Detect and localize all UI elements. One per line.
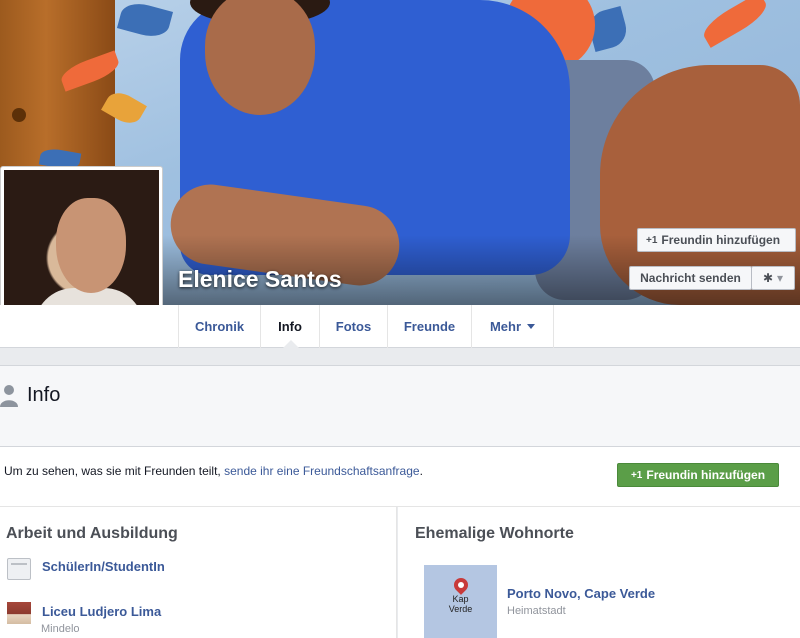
places-lived-section: Ehemalige Wohnorte Kap Verde Porto Novo,… [398, 507, 800, 638]
info-title: Info [27, 384, 61, 406]
tab-chronik[interactable]: Chronik [178, 305, 260, 348]
profile-nav-bar: Chronik Info Fotos Freunde Mehr [0, 305, 800, 348]
hometown-label: Heimatstadt [507, 605, 566, 617]
friend-request-notice: Um zu sehen, was sie mit Freunden teilt,… [0, 447, 800, 507]
tab-chronik-label: Chronik [194, 319, 245, 334]
tab-mehr-label: Mehr [489, 319, 522, 334]
send-friend-request-link[interactable]: sende ihr eine Freundschaftsanfrage [224, 464, 419, 478]
tab-info-label: Info [278, 319, 302, 334]
notice-message: Um zu sehen, was sie mit Freunden teilt, [4, 464, 221, 478]
tab-fotos[interactable]: Fotos [319, 305, 387, 348]
map-label: Kap Verde [424, 594, 497, 614]
work-education-section: Arbeit und Ausbildung SchülerIn/StudentI… [0, 507, 397, 638]
cover-wood-drawer [0, 0, 115, 170]
notice-period: . [419, 464, 423, 478]
add-friend-green-label: Freundin hinzufügen [646, 468, 766, 482]
add-friend-icon: +1 [630, 469, 643, 481]
gear-icon: ✱ [762, 271, 774, 285]
tab-freunde-label: Freunde [403, 319, 456, 334]
add-friend-icon: +1 [646, 234, 658, 246]
tab-fotos-label: Fotos [335, 319, 372, 334]
tab-mehr[interactable]: Mehr [471, 305, 554, 348]
chevron-down-icon [527, 324, 536, 329]
notice-text: Um zu sehen, was sie mit Freunden teilt,… [4, 464, 423, 478]
gear-menu-button[interactable]: ✱ ▾ [751, 266, 795, 290]
places-title: Ehemalige Wohnorte [415, 525, 574, 542]
add-friend-green-button[interactable]: +1 Freundin hinzufügen [617, 463, 779, 487]
chevron-down-icon: ▾ [777, 271, 784, 285]
map-pin-icon [451, 575, 471, 595]
work-education-title: Arbeit und Ausbildung [6, 525, 178, 542]
map-thumbnail[interactable]: Kap Verde [424, 565, 497, 638]
hometown-title[interactable]: Porto Novo, Cape Verde [507, 586, 655, 601]
add-friend-button[interactable]: +1 Freundin hinzufügen [637, 228, 796, 252]
profile-page: Elenice Santos +1 Freundin hinzufügen Na… [0, 0, 800, 638]
info-header: Info [0, 365, 800, 447]
add-friend-label: Freundin hinzufügen [661, 233, 781, 247]
profile-name[interactable]: Elenice Santos [178, 266, 342, 293]
school-icon [7, 602, 31, 624]
map-label-line-1: Kap [452, 594, 469, 604]
send-message-button[interactable]: Nachricht senden [629, 266, 752, 290]
map-label-line-2: Verde [448, 604, 473, 614]
active-tab-marker [283, 340, 299, 348]
briefcase-icon [7, 558, 31, 580]
tab-freunde[interactable]: Freunde [387, 305, 471, 348]
work-entry-title[interactable]: SchülerIn/StudentIn [42, 559, 165, 574]
school-entry-title[interactable]: Liceu Ludjero Lima [42, 604, 161, 619]
send-message-label: Nachricht senden [640, 271, 741, 285]
person-icon [0, 385, 18, 407]
school-entry-location: Mindelo [41, 623, 80, 635]
